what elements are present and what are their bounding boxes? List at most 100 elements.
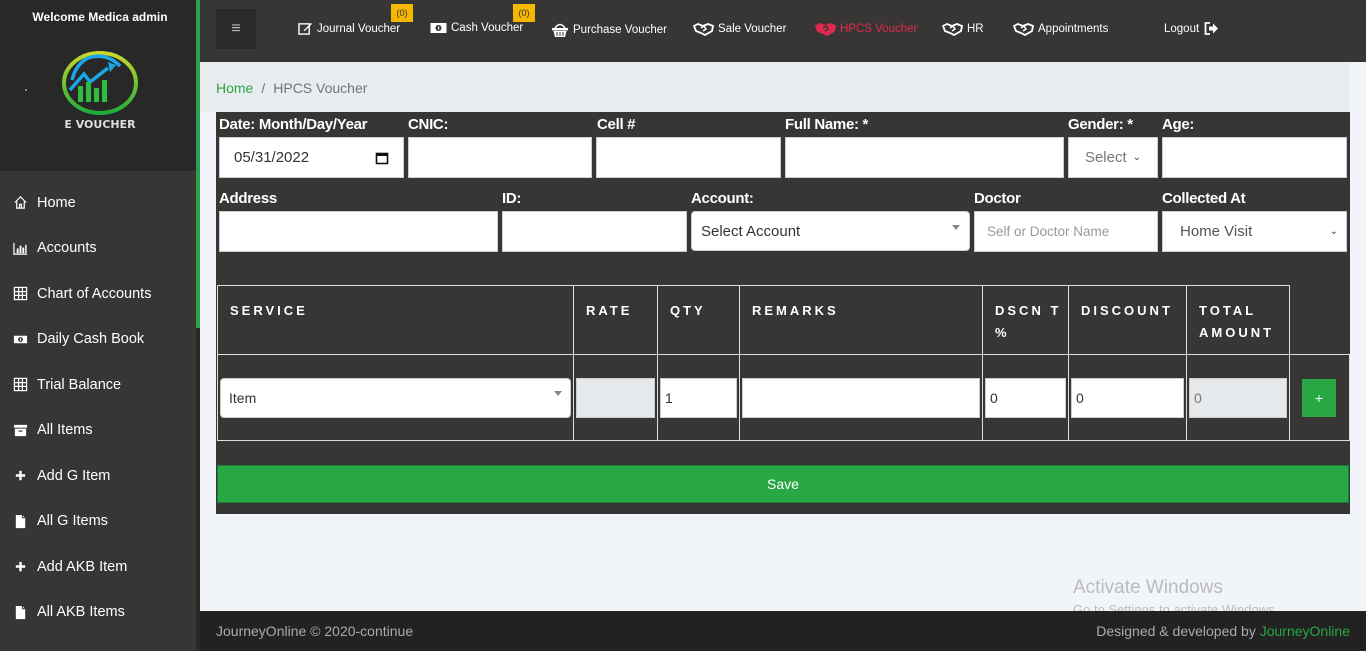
- sidebar-item-all-items[interactable]: All Items: [0, 408, 196, 454]
- nav-sale-voucher[interactable]: Sale Voucher: [693, 22, 786, 36]
- gender-value: Select: [1084, 149, 1127, 166]
- collected-at-select[interactable]: Home Visit ⌄: [1162, 211, 1347, 252]
- nav-journal-voucher[interactable]: Journal Voucher: [298, 22, 400, 35]
- doctor-label: Doctor: [974, 190, 1021, 207]
- nav-hpcs-voucher[interactable]: HPCS Voucher: [815, 22, 917, 36]
- header-discount-percent: DSCN T %: [982, 285, 1069, 355]
- calendar-icon[interactable]: [375, 151, 389, 165]
- discount-percent-cell: 0: [982, 354, 1069, 441]
- nav-hr[interactable]: HR: [942, 22, 984, 36]
- sidebar-item-trial-balance[interactable]: Trial Balance: [0, 362, 196, 408]
- age-input[interactable]: [1162, 137, 1347, 178]
- age-label: Age:: [1162, 116, 1195, 133]
- nav-label: HPCS Voucher: [840, 23, 918, 35]
- sidebar-item-home[interactable]: Home: [0, 180, 196, 226]
- decor-dot: [25, 89, 27, 91]
- discount-input[interactable]: 0: [1071, 377, 1184, 418]
- header-service: SERVICE: [217, 285, 574, 355]
- sidebar-item-label: Add AKB Item: [37, 558, 128, 575]
- sidebar-item-accounts[interactable]: Accounts: [0, 226, 196, 272]
- cell-input[interactable]: [596, 137, 781, 178]
- footer-brand-link[interactable]: JourneyOnline: [1260, 623, 1350, 639]
- hamburger-icon: ≡: [231, 20, 241, 37]
- activate-windows-title: Activate Windows: [1073, 577, 1223, 598]
- discount-cell: 0: [1068, 354, 1187, 441]
- sidebar-item-label: All G Items: [37, 513, 108, 530]
- sidebar-header: Welcome Medica admin E VOUCHER: [0, 0, 196, 171]
- sidebar-item-add-g-item[interactable]: Add G Item: [0, 453, 196, 499]
- nav-label: Cash Voucher: [451, 22, 524, 34]
- id-input[interactable]: [502, 211, 687, 252]
- save-button[interactable]: Save: [217, 465, 1349, 503]
- dropdown-arrow-icon: [554, 391, 562, 396]
- chevron-down-icon: ⌄: [1132, 152, 1142, 163]
- qty-input[interactable]: 1: [660, 377, 737, 418]
- cnic-input[interactable]: [408, 137, 592, 178]
- nav-label: Sale Voucher: [718, 23, 787, 35]
- sidebar-item-label: All AKB Items: [37, 604, 125, 621]
- sidebar-item-label: All Items: [37, 422, 93, 439]
- nav-label: HR: [967, 23, 984, 35]
- money-icon: [12, 331, 28, 347]
- sidebar-item-add-akb-item[interactable]: Add AKB Item: [0, 544, 196, 590]
- nav-purchase-voucher[interactable]: Purchase Voucher: [551, 22, 667, 38]
- service-cell: Item: [217, 354, 574, 441]
- logout-icon: [1204, 22, 1219, 35]
- remarks-input[interactable]: [742, 377, 980, 418]
- nav-cash-voucher[interactable]: Cash Voucher: [430, 22, 523, 34]
- footer-copyright: JourneyOnline © 2020-continue: [216, 623, 414, 639]
- nav-appointments[interactable]: Appointments: [1013, 22, 1108, 36]
- header-rate: RATE: [573, 285, 658, 355]
- account-select[interactable]: Select Account: [691, 211, 970, 251]
- service-value: Item: [229, 389, 257, 406]
- chevron-down-icon: ⌄: [1329, 226, 1338, 237]
- total-amount-input: 0: [1189, 377, 1287, 418]
- sidebar-item-chart-of-accounts[interactable]: Chart of Accounts: [0, 271, 196, 317]
- add-row-button[interactable]: +: [1302, 378, 1336, 417]
- discount-percent-input[interactable]: 0: [985, 377, 1066, 418]
- sidebar-nav: Home Accounts Chart of Accounts Daily Ca…: [0, 180, 196, 635]
- gender-select[interactable]: Select ⌄: [1068, 137, 1158, 178]
- grid-icon: [12, 286, 28, 302]
- doctor-input[interactable]: Self or Doctor Name: [974, 211, 1158, 252]
- file-icon: [12, 604, 28, 620]
- footer-credit-prefix: Designed & developed by: [1096, 623, 1260, 639]
- welcome-text: Welcome Medica admin: [32, 10, 168, 24]
- menu-toggle-button[interactable]: ≡: [216, 9, 256, 49]
- handshake-icon: [815, 23, 836, 36]
- address-input[interactable]: [219, 211, 498, 252]
- sidebar-item-daily-cash-book[interactable]: Daily Cash Book: [0, 317, 196, 363]
- nav-label: Logout: [1164, 22, 1200, 35]
- sidebar-item-label: Accounts: [37, 240, 97, 257]
- svg-text:E VOUCHER: E VOUCHER: [64, 118, 136, 131]
- table-header-row: SERVICE RATE QTY REMARKS DSCN T % DISCOU…: [217, 285, 1350, 355]
- handshake-icon: [693, 23, 714, 36]
- date-input[interactable]: 05/31/2022: [219, 137, 404, 178]
- sidebar-item-label: Home: [37, 194, 76, 211]
- breadcrumb-bar: Home / HPCS Voucher: [200, 62, 1350, 112]
- e-voucher-logo[interactable]: E VOUCHER: [58, 50, 142, 132]
- sidebar-item-all-akb-items[interactable]: All AKB Items: [0, 590, 196, 636]
- sidebar-item-all-g-items[interactable]: All G Items: [0, 499, 196, 545]
- full-name-input[interactable]: [785, 137, 1064, 178]
- date-label: Date: Month/Day/Year: [219, 116, 368, 133]
- handshake-icon: [1013, 23, 1034, 36]
- nav-label: Appointments: [1038, 23, 1109, 35]
- nav-logout[interactable]: Logout: [1164, 22, 1223, 35]
- nav-label: Purchase Voucher: [573, 24, 667, 36]
- breadcrumb-separator: /: [261, 80, 266, 96]
- header-remarks: REMARKS: [739, 285, 983, 355]
- footer-credit: Designed & developed by JourneyOnline: [1096, 623, 1350, 639]
- sidebar-item-label: Add G Item: [37, 467, 111, 484]
- breadcrumb: Home / HPCS Voucher: [216, 80, 367, 96]
- bar-chart-icon: [12, 240, 28, 256]
- footer: JourneyOnline © 2020-continue Designed &…: [200, 611, 1366, 651]
- service-table: SERVICE RATE QTY REMARKS DSCN T % DISCOU…: [217, 285, 1350, 441]
- sidebar-item-label: Chart of Accounts: [37, 285, 152, 302]
- header-discount: DISCOUNT: [1068, 285, 1187, 355]
- cnic-label: CNIC:: [408, 116, 449, 133]
- breadcrumb-home-link[interactable]: Home: [216, 80, 253, 96]
- nav-label: Journal Voucher: [317, 22, 401, 35]
- service-select[interactable]: Item: [220, 377, 571, 418]
- table-row: Item 1 0 0 0 +: [217, 354, 1350, 441]
